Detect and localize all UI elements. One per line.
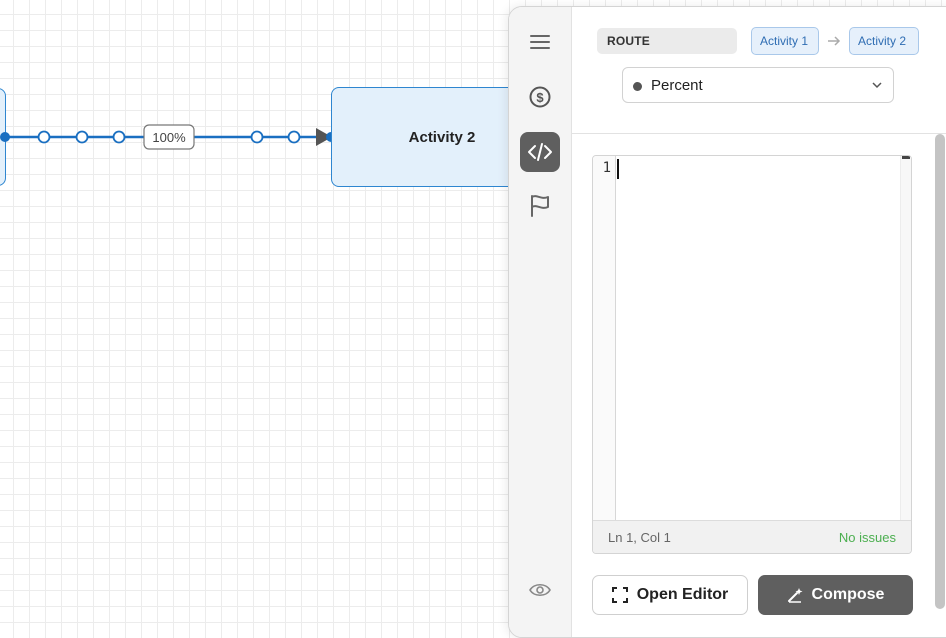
editor-status-bar: Ln 1, Col 1 No issues [593, 520, 911, 553]
edge-label[interactable]: 100% [152, 130, 186, 145]
expand-icon [611, 587, 628, 603]
edge-waypoint [75, 130, 89, 144]
open-editor-label: Open Editor [636, 586, 729, 603]
flag-icon [531, 195, 549, 217]
edge-waypoint [37, 130, 51, 144]
cost-button[interactable]: $ [520, 77, 560, 117]
dollar-circle-icon: $ [529, 86, 551, 108]
line-number-gutter: 1 [593, 156, 616, 520]
panel-content: ROUTE Activity 1 Activity 2 Percent 1 Ln… [571, 7, 946, 637]
cursor-position: Ln 1, Col 1 [608, 530, 671, 545]
chevron-down-icon [872, 82, 882, 89]
route-to-chip[interactable]: Activity 2 [849, 27, 919, 55]
compose-button[interactable]: Compose [758, 575, 913, 615]
route-type-select[interactable]: Percent [622, 67, 894, 103]
lint-status: No issues [838, 530, 896, 545]
eye-icon [529, 583, 551, 597]
arrow-right-icon [828, 36, 841, 46]
open-editor-button[interactable]: Open Editor [592, 575, 748, 615]
code-editor[interactable]: 1 Ln 1, Col 1 No issues [592, 155, 912, 554]
route-header: ROUTE Activity 1 Activity 2 Percent [571, 7, 946, 134]
route-from-chip[interactable]: Activity 1 [751, 27, 819, 55]
panel-scrollbar[interactable] [935, 134, 945, 609]
menu-icon [530, 35, 550, 49]
milestone-button[interactable] [520, 186, 560, 226]
status-dot-icon [633, 82, 642, 91]
edge-source-handle [0, 132, 10, 142]
text-cursor [617, 159, 619, 179]
svg-text:$: $ [536, 90, 544, 105]
sparkle-pen-icon [787, 588, 803, 603]
route-type-label: ROUTE [597, 28, 737, 54]
edge-waypoint [287, 130, 301, 144]
menu-button[interactable] [520, 22, 560, 62]
compose-label: Compose [811, 586, 885, 603]
editor-scrollbar[interactable] [900, 156, 911, 520]
script-button[interactable] [520, 132, 560, 172]
route-properties-panel: $ ROUTE Activity 1 Activity 2 Percent 1 … [508, 6, 946, 638]
panel-icon-rail: $ [509, 7, 572, 637]
visibility-button[interactable] [520, 570, 560, 610]
route-type-select-value: Percent [651, 77, 703, 94]
activity-2-label: Activity 2 [408, 128, 476, 146]
code-icon [528, 143, 552, 161]
edge-waypoint [250, 130, 264, 144]
edge-waypoint [112, 130, 126, 144]
editor-scroll-marker [902, 156, 910, 159]
